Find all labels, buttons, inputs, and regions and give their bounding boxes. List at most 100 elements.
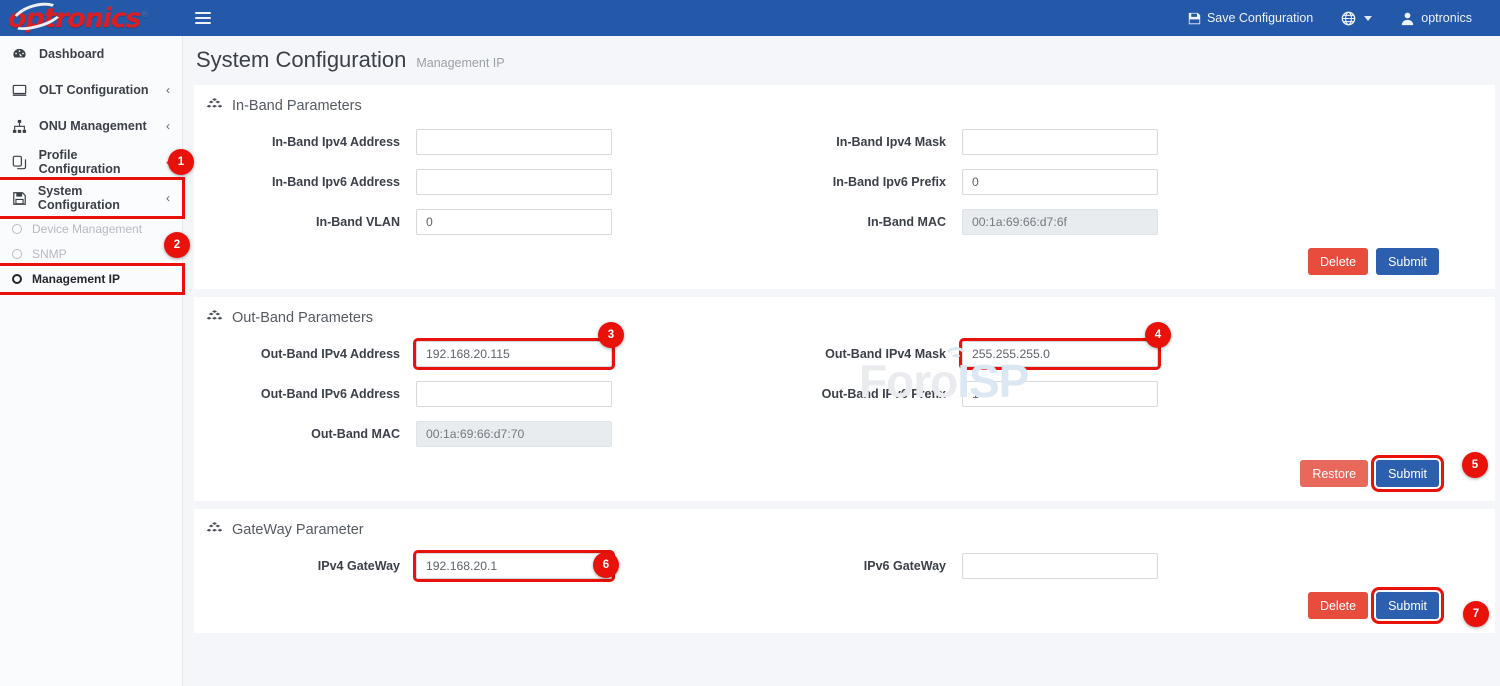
field-in-band-vlan: In-Band VLAN0 (194, 209, 612, 235)
sidebar-item-label: OLT Configuration (39, 83, 160, 97)
annotation-badge-6: 6 (593, 552, 619, 578)
sidebar-item-dashboard[interactable]: Dashboard (0, 36, 182, 72)
sidebar-item-label: Profile Configuration (39, 148, 160, 176)
sidebar-item-label: Dashboard (39, 47, 164, 61)
field-in-band-ipv4-mask: In-Band Ipv4 Mask (740, 129, 1158, 155)
form-row: In-Band Ipv4 AddressIn-Band Ipv4 Mask (194, 122, 1495, 162)
annotation-badge-3: 3 (598, 322, 624, 348)
field-label: Out-Band IPv4 Address (194, 347, 416, 361)
annotation-badge-2: 2 (164, 232, 190, 258)
page-title: System Configuration (196, 47, 406, 73)
field-in-band-ipv6-prefix: In-Band Ipv6 Prefix 0 (740, 169, 1158, 195)
floppy-save-icon (1188, 12, 1201, 25)
input-value: 192.168.20.115 (426, 347, 510, 361)
input-value: 0 (426, 215, 433, 229)
cubes-icon (206, 97, 223, 114)
chevron-down-icon (1364, 16, 1372, 21)
field-out-band-ipv4-address: Out-Band IPv4 Address 192.168.20.115 (194, 341, 612, 367)
input-out-band-ipv4-mask[interactable]: 255.255.255.0 (962, 341, 1158, 367)
restore-button[interactable]: Restore (1300, 460, 1368, 487)
save-configuration-button[interactable]: Save Configuration (1174, 0, 1327, 36)
sidebar-subitem-label: SNMP (32, 247, 67, 261)
field-label: In-Band Ipv6 Address (194, 175, 416, 189)
sidebar-nav: DashboardOLT Configuration‹ONU Managemen… (0, 36, 183, 686)
field-label: In-Band Ipv4 Mask (740, 135, 962, 149)
input-out-band-ipv6-prefix[interactable]: 1 (962, 381, 1158, 407)
sidebar-subitem-management-ip[interactable]: Management IP (0, 266, 182, 292)
annotation-badge-4: 4 (1145, 322, 1171, 348)
input-value: 1 (972, 387, 979, 401)
sidebar-item-onu-management[interactable]: ONU Management‹ (0, 108, 182, 144)
sidebar-subitem-label: Device Management (32, 222, 142, 236)
sidebar-subitem-snmp[interactable]: SNMP (0, 241, 182, 266)
circle-bullet-icon (12, 249, 22, 259)
annotation-badge-7: 7 (1463, 601, 1489, 627)
field-label: In-Band Ipv6 Prefix (740, 175, 962, 189)
header-actions: Save Configuration optronics (1174, 0, 1500, 36)
form-row: In-Band VLAN0 In-Band MAC00:1a:69:66:d7:6… (194, 202, 1495, 242)
copy-icon (12, 155, 30, 170)
cubes-icon (206, 309, 223, 326)
brand-logo[interactable]: optronics® (0, 0, 183, 36)
form-row: In-Band Ipv6 Address In-Band Ipv6 Prefix 0 (194, 162, 1495, 202)
input-out-band-ipv6-address[interactable] (416, 381, 612, 407)
section-actions: Restore Submit (194, 454, 1495, 501)
input-in-band-mac: 00:1a:69:66:d7:6f (962, 209, 1158, 235)
input-in-band-ipv4-address[interactable] (416, 129, 612, 155)
input-value: 00:1a:69:66:d7:70 (426, 427, 524, 441)
circle-bullet-icon (12, 274, 22, 284)
submit-button[interactable]: Submit (1376, 460, 1439, 487)
sidebar-subitem-device-management[interactable]: Device Management (0, 216, 182, 241)
section-header: In-Band Parameters (194, 85, 1495, 122)
input-ipv6-gateway[interactable] (962, 553, 1158, 579)
section-title: Out-Band Parameters (232, 310, 373, 326)
input-value: 255.255.255.0 (972, 347, 1050, 361)
monitor-icon (12, 83, 30, 98)
field-label: Out-Band IPv4 Mask (740, 347, 962, 361)
field-in-band-mac: In-Band MAC00:1a:69:66:d7:6f (740, 209, 1158, 235)
input-out-band-ipv4-address[interactable]: 192.168.20.115 (416, 341, 612, 367)
chevron-left-icon: ‹ (166, 191, 170, 205)
chevron-left-icon: ‹ (166, 119, 170, 133)
form-row: IPv4 GateWay 192.168.20.1 IPv6 GateWay (194, 546, 1495, 586)
circle-bullet-icon (12, 224, 22, 234)
field-out-band-ipv4-mask: Out-Band IPv4 Mask 255.255.255.0 (740, 341, 1158, 367)
form-row: Out-Band IPv6 AddressOut-Band IPv6 Prefi… (194, 374, 1495, 414)
delete-button[interactable]: Delete (1308, 248, 1368, 275)
input-value: 0 (972, 175, 979, 189)
cubes-icon (206, 521, 223, 538)
sidebar-item-olt-configuration[interactable]: OLT Configuration‹ (0, 72, 182, 108)
submit-button[interactable]: Submit (1376, 248, 1439, 275)
section-header: Out-Band Parameters (194, 297, 1495, 334)
hamburger-icon[interactable] (185, 0, 221, 36)
input-in-band-vlan[interactable]: 0 (416, 209, 612, 235)
field-label: Out-Band IPv6 Prefix (740, 387, 962, 401)
input-value: 192.168.20.1 (426, 559, 497, 573)
field-label: In-Band MAC (740, 215, 962, 229)
form-row: Out-Band MAC00:1a:69:66:d7:70 (194, 414, 1495, 454)
sidebar-item-system-configuration[interactable]: System Configuration ‹ (0, 180, 182, 216)
input-in-band-ipv6-prefix[interactable]: 0 (962, 169, 1158, 195)
section-card: Out-Band Parameters Out-Band IPv4 Address… (194, 297, 1495, 501)
input-in-band-ipv6-address[interactable] (416, 169, 612, 195)
input-ipv4-gateway[interactable]: 192.168.20.1 (416, 553, 612, 579)
field-out-band-ipv6-prefix: Out-Band IPv6 Prefix 1 (740, 381, 1158, 407)
logo-wordmark: optronics® (8, 5, 148, 32)
user-menu[interactable]: optronics (1386, 0, 1486, 36)
submit-button[interactable]: Submit (1376, 592, 1439, 619)
registered-trademark-icon: ® (140, 10, 148, 20)
field-label: IPv6 GateWay (740, 559, 962, 573)
annotation-badge-1: 1 (168, 149, 194, 175)
input-in-band-ipv4-mask[interactable] (962, 129, 1158, 155)
language-selector[interactable] (1327, 0, 1386, 36)
sidebar-item-profile-configuration[interactable]: Profile Configuration‹ (0, 144, 182, 180)
user-name-label: optronics (1421, 11, 1472, 25)
sidebar-item-label: System Configuration (38, 184, 160, 212)
main-content: System Configuration Management IP ForoI… (183, 36, 1500, 686)
user-icon (1400, 11, 1415, 26)
delete-button[interactable]: Delete (1308, 592, 1368, 619)
field-in-band-ipv6-address: In-Band Ipv6 Address (194, 169, 612, 195)
field-label: IPv4 GateWay (194, 559, 416, 573)
save-configuration-label: Save Configuration (1207, 11, 1313, 25)
globe-icon (1341, 11, 1356, 26)
